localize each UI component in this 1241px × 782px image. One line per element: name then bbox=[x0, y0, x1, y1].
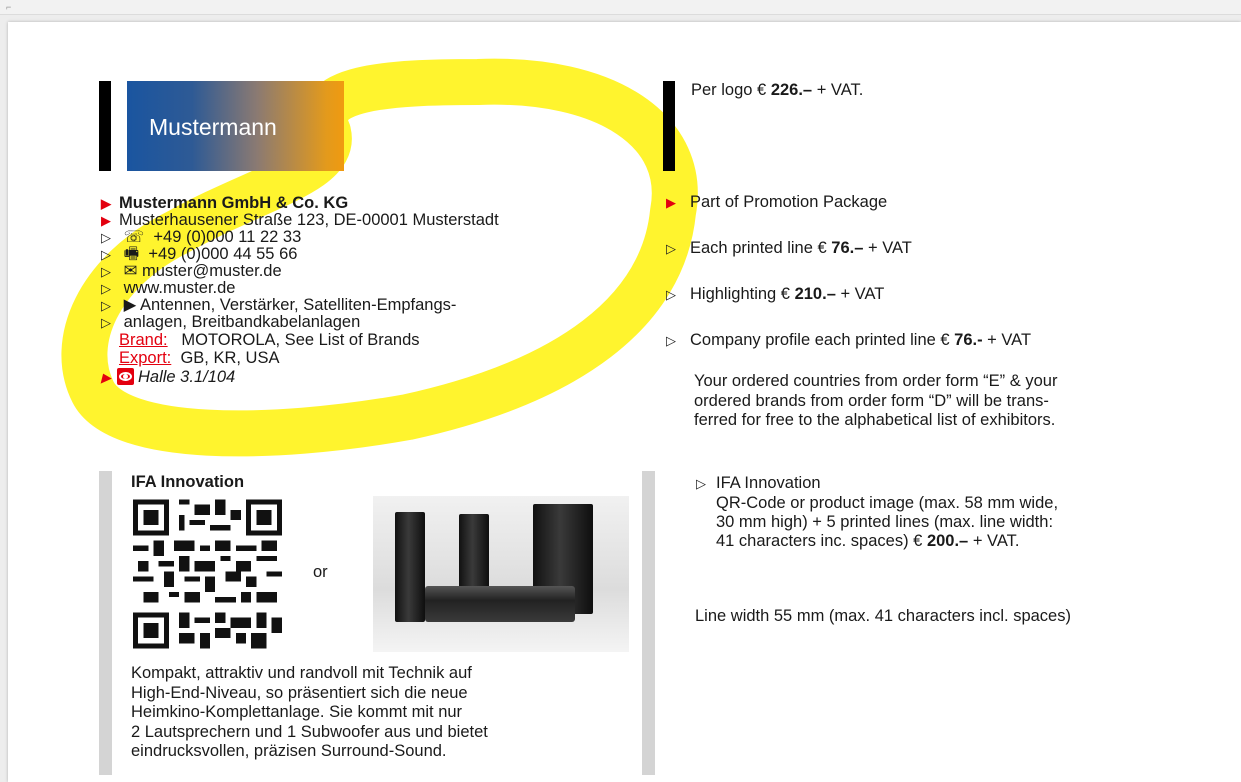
profile-value: 76.- bbox=[954, 331, 983, 349]
vat-label: + VAT bbox=[835, 285, 885, 303]
innovation-title: IFA Innovation bbox=[131, 473, 245, 491]
receiver bbox=[425, 586, 575, 622]
viewer-top-bar: ⌐ bbox=[0, 0, 1241, 15]
open-triangle-icon: ▷ bbox=[666, 287, 676, 302]
open-triangle-icon: ▷ bbox=[666, 241, 676, 256]
export-value: GB, KR, USA bbox=[180, 349, 280, 367]
vat-label: + VAT. bbox=[968, 532, 1020, 550]
description-line: eindrucksvollen, präzisen Surround-Sound… bbox=[131, 742, 447, 760]
email-icon: ✉ bbox=[123, 262, 138, 280]
line-price: ▷ Each printed line € 76.– + VAT bbox=[666, 239, 912, 258]
or-label: or bbox=[313, 563, 328, 581]
profile-label: Company profile each printed line € bbox=[690, 331, 955, 349]
phone-icon: ☏ bbox=[123, 228, 145, 246]
open-triangle-icon: ▷ bbox=[666, 333, 676, 348]
logo-price: Per logo € 226.– + VAT. bbox=[691, 81, 863, 99]
solid-triangle-icon: ▶ bbox=[101, 370, 111, 385]
vat-label: + VAT bbox=[863, 239, 912, 257]
products-text-2: anlagen, Breitbandkabelanlagen bbox=[123, 313, 361, 331]
logo-text: Mustermann bbox=[149, 114, 277, 140]
highlight-value: 210.– bbox=[794, 285, 836, 303]
highlight-label: Highlighting € bbox=[690, 285, 795, 303]
description-line: Heimkino-Komplettanlage. Sie kommt mit n… bbox=[131, 703, 463, 721]
innovation-price-label: 41 characters inc. spaces) € bbox=[716, 532, 927, 550]
description-line: High-End-Niveau, so präsentiert sich die… bbox=[131, 683, 468, 702]
fax-icon: 🖷 bbox=[123, 245, 140, 263]
viewer-corner-mark: ⌐ bbox=[6, 2, 12, 12]
promo-text: Part of Promotion Package bbox=[690, 193, 888, 211]
order-note: Your ordered countries from order form “… bbox=[694, 372, 1057, 431]
innovation-info-line: 30 mm high) + 5 printed lines (max. line… bbox=[716, 513, 1054, 531]
phone-number: +49 (0)000 11 22 33 bbox=[153, 228, 302, 246]
note-line: Your ordered countries from order form “… bbox=[694, 372, 1058, 390]
innovation-info-label: IFA Innovation bbox=[716, 474, 821, 492]
open-triangle-icon: ▷ bbox=[696, 476, 706, 491]
description-line: 2 Lautsprechern und 1 Subwoofer aus und … bbox=[131, 722, 488, 741]
vat-label: + VAT bbox=[982, 331, 1032, 349]
logo-price-label: Per logo € bbox=[691, 81, 771, 99]
brand-label[interactable]: Brand: bbox=[119, 331, 168, 349]
solid-triangle-icon: ▶ bbox=[666, 195, 676, 210]
innovation-right-bar bbox=[642, 471, 655, 775]
logo-price-value: 226.– bbox=[770, 81, 813, 99]
open-triangle-icon: ▷ bbox=[101, 315, 111, 330]
line-width-note: Line width 55 mm (max. 41 characters inc… bbox=[695, 607, 1071, 625]
innovation-description: Kompakt, attraktiv und randvoll mit Tech… bbox=[131, 664, 488, 762]
product-image bbox=[373, 496, 629, 652]
innovation-info-line: QR-Code or product image (max. 58 mm wid… bbox=[716, 494, 1059, 512]
innovation-left-bar bbox=[99, 471, 112, 775]
company-logo: Mustermann bbox=[127, 81, 344, 171]
vat-label: + VAT. bbox=[812, 81, 864, 99]
fax-number: +49 (0)000 44 55 66 bbox=[148, 245, 298, 263]
products-line-2: ▷ anlagen, Breitbandkabelanlagen bbox=[101, 313, 360, 332]
products-text: ▶ Antennen, Verstärker, Satelliten-Empfa… bbox=[123, 296, 457, 314]
innovation-info-title: ▷ IFA Innovation bbox=[696, 474, 821, 493]
speaker-left bbox=[395, 512, 425, 622]
innovation-info: QR-Code or product image (max. 58 mm wid… bbox=[716, 494, 1058, 551]
note-line: ordered brands from order form “D” will … bbox=[694, 391, 1049, 410]
website[interactable]: www.muster.de bbox=[124, 279, 236, 297]
innovation-price-value: 200.– bbox=[926, 532, 969, 550]
line-price-value: 76.– bbox=[831, 239, 864, 257]
left-section-marker bbox=[99, 81, 111, 171]
qr-code bbox=[133, 496, 282, 652]
export-line: Export: GB, KR, USA bbox=[119, 349, 279, 367]
promo-line: ▶ Part of Promotion Package bbox=[666, 193, 887, 212]
note-line: ferred for free to the alphabetical list… bbox=[694, 411, 1056, 429]
eye-icon bbox=[117, 368, 134, 385]
brand-value: MOTOROLA, See List of Brands bbox=[181, 331, 420, 349]
description-line: Kompakt, attraktiv und randvoll mit Tech… bbox=[131, 664, 472, 682]
export-label[interactable]: Export: bbox=[119, 349, 171, 367]
email-address[interactable]: muster@muster.de bbox=[142, 262, 282, 280]
highlight-price: ▷ Highlighting € 210.– + VAT bbox=[666, 285, 884, 304]
profile-price: ▷ Company profile each printed line € 76.… bbox=[666, 331, 1031, 350]
hall-line: ▶ Halle 3.1/104 bbox=[101, 368, 235, 387]
address: Musterhausener Straße 123, DE-00001 Must… bbox=[119, 211, 499, 229]
company-name: Mustermann GmbH & Co. KG bbox=[119, 194, 349, 212]
line-price-label: Each printed line € bbox=[690, 239, 832, 257]
right-section-marker bbox=[663, 81, 675, 171]
innovation-info-line: 41 characters inc. spaces) € 200.– + VAT… bbox=[716, 532, 1058, 551]
brand-line: Brand: MOTOROLA, See List of Brands bbox=[119, 331, 420, 349]
hall-location: Halle 3.1/104 bbox=[138, 368, 236, 386]
